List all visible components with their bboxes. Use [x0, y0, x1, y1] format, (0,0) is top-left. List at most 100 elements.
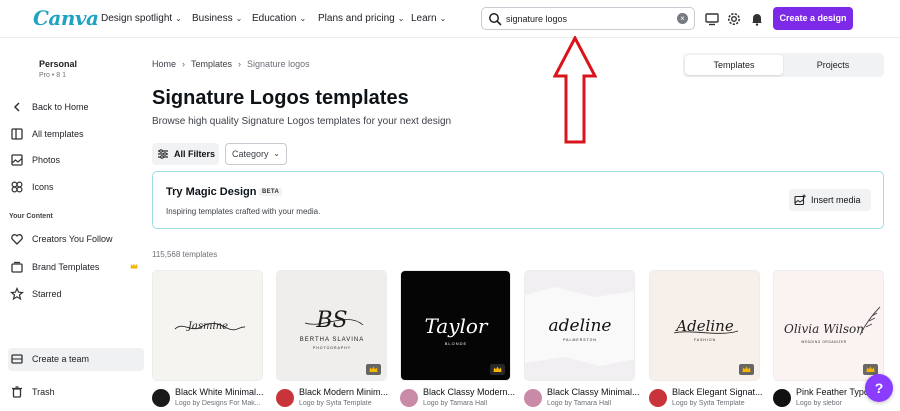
sidebar-item-icons[interactable]: Icons: [8, 176, 144, 198]
svg-text:Taylor: Taylor: [424, 314, 488, 338]
template-card[interactable]: Olivia Wilson WEDDING ORGANIZER: [773, 270, 884, 381]
magic-design-description: Inspiring templates crafted with your me…: [166, 207, 321, 216]
sidebar-item-brand-templates[interactable]: Brand Templates: [8, 256, 144, 278]
tab-templates[interactable]: Templates: [685, 55, 783, 75]
sidebar-item-trash[interactable]: Trash: [8, 381, 144, 403]
template-title[interactable]: Black Classy Modern...: [423, 387, 519, 397]
nav-plans-and-pricing[interactable]: Plans and pricing ⌄: [318, 13, 404, 24]
template-thumbnail: Jasmine: [153, 271, 262, 380]
svg-text:Jasmine: Jasmine: [186, 321, 228, 332]
template-creator[interactable]: Logo by slebor: [796, 400, 868, 407]
nav-design-spotlight[interactable]: Design spotlight ⌄: [101, 13, 182, 24]
top-navigation-bar: Canva Design spotlight ⌄ Business ⌄ Educat…: [0, 0, 900, 38]
breadcrumb: Home › Templates › Signature logos: [152, 59, 310, 69]
svg-text:BS: BS: [315, 308, 347, 333]
all-filters-button[interactable]: All Filters: [152, 143, 219, 165]
search-icon: [489, 13, 502, 26]
svg-text:PHOTOGRAPHY: PHOTOGRAPHY: [313, 346, 351, 350]
settings-gear-icon[interactable]: [726, 11, 742, 27]
chevron-down-icon: ⌄: [439, 14, 447, 23]
clear-search-icon[interactable]: ×: [677, 13, 688, 24]
svg-text:BLONDE: BLONDE: [445, 341, 467, 346]
magic-design-title: Try Magic Design: [166, 186, 257, 198]
svg-text:WEDDING ORGANIZER: WEDDING ORGANIZER: [801, 340, 847, 344]
template-creator[interactable]: Logo by Syifa Template: [299, 400, 395, 407]
photo-icon: [11, 154, 23, 166]
tab-projects[interactable]: Projects: [784, 55, 882, 75]
image-plus-icon: [794, 194, 806, 206]
template-card[interactable]: Jasmine: [152, 270, 263, 381]
filter-sliders-icon: [158, 149, 168, 159]
desktop-app-icon[interactable]: [704, 11, 720, 27]
trash-icon: [12, 386, 22, 398]
your-content-heading: Your Content: [9, 213, 53, 220]
magic-design-banner: Try Magic Design BETA Inspiring template…: [152, 171, 884, 229]
template-title[interactable]: Black White Minimal...: [175, 387, 271, 397]
premium-crown-icon: [366, 364, 381, 375]
back-to-home-link[interactable]: Back to Home: [8, 96, 144, 118]
creator-avatar[interactable]: [276, 389, 294, 407]
breadcrumb-chevron-icon: ›: [238, 59, 242, 69]
sidebar: Personal Pro • 8 1 Back to Home All temp…: [0, 39, 146, 411]
template-title[interactable]: Black Elegant Signat...: [672, 387, 768, 397]
sidebar-item-photos[interactable]: Photos: [8, 149, 144, 171]
chevron-left-icon: [13, 102, 20, 112]
beta-badge: BETA: [259, 188, 283, 196]
page-title: Signature Logos templates: [152, 87, 409, 109]
heart-icon: [11, 234, 23, 245]
search-bar[interactable]: ×: [481, 7, 695, 30]
pro-crown-icon: [130, 263, 138, 269]
template-title[interactable]: Black Classy Minimal...: [547, 387, 643, 397]
creator-avatar[interactable]: [400, 389, 418, 407]
creator-avatar[interactable]: [773, 389, 791, 407]
create-a-team-button[interactable]: Create a team: [8, 348, 144, 371]
chevron-down-icon: ⌄: [299, 14, 307, 23]
account-plan: Pro • 8 1: [39, 72, 66, 79]
breadcrumb-chevron-icon: ›: [182, 59, 186, 69]
chevron-down-icon: ⌄: [175, 14, 182, 23]
nav-business[interactable]: Business ⌄: [192, 13, 242, 24]
premium-crown-icon: [739, 364, 754, 375]
template-creator[interactable]: Logo by Designs For Mak...: [175, 400, 271, 407]
chevron-down-icon: ⌄: [397, 14, 405, 23]
template-card[interactable]: Adeline FASHION: [649, 270, 760, 381]
template-card[interactable]: BS BERTHA SLAVINA PHOTOGRAPHY: [276, 270, 387, 381]
star-icon: [10, 287, 24, 301]
creator-avatar[interactable]: [524, 389, 542, 407]
nav-education[interactable]: Education ⌄: [252, 13, 306, 24]
breadcrumb-templates[interactable]: Templates: [191, 59, 232, 69]
template-creator[interactable]: Logo by Tamara Hall: [547, 400, 643, 407]
sidebar-item-starred[interactable]: Starred: [8, 283, 144, 305]
breadcrumb-home[interactable]: Home: [152, 59, 176, 69]
help-button[interactable]: ?: [865, 374, 893, 402]
template-card[interactable]: adeline PALMERSTON: [524, 270, 635, 381]
red-annotation-arrow: [553, 36, 597, 144]
template-title[interactable]: Pink Feather Typo...: [796, 387, 868, 397]
svg-text:FASHION: FASHION: [694, 338, 716, 342]
creator-avatar[interactable]: [152, 389, 170, 407]
svg-text:BERTHA SLAVINA: BERTHA SLAVINA: [300, 337, 364, 343]
svg-text:PALMERSTON: PALMERSTON: [563, 338, 597, 342]
team-icon: [11, 354, 23, 364]
shapes-icon: [11, 181, 23, 193]
template-title[interactable]: Black Modern Minim...: [299, 387, 395, 397]
account-name[interactable]: Personal: [39, 59, 77, 69]
templates-projects-toggle: Templates Projects: [683, 53, 884, 77]
create-a-design-button[interactable]: Create a design: [773, 7, 853, 30]
premium-crown-icon: [490, 364, 505, 375]
sidebar-item-all-templates[interactable]: All templates: [8, 123, 144, 145]
template-card[interactable]: Taylor BLONDE: [400, 270, 511, 381]
templates-icon: [11, 128, 23, 140]
search-input[interactable]: [506, 11, 666, 26]
notifications-bell-icon[interactable]: [749, 11, 765, 27]
template-creator[interactable]: Logo by Tamara Hall: [423, 400, 519, 407]
template-creator[interactable]: Logo by Syifa Template: [672, 400, 768, 407]
sidebar-item-creators-you-follow[interactable]: Creators You Follow: [8, 228, 144, 250]
category-dropdown[interactable]: Category ⌄: [225, 143, 287, 165]
canva-logo[interactable]: Canva: [33, 6, 99, 30]
insert-media-button[interactable]: Insert media: [789, 189, 871, 211]
template-count: 115,568 templates: [152, 250, 218, 259]
breadcrumb-current: Signature logos: [247, 59, 310, 69]
creator-avatar[interactable]: [649, 389, 667, 407]
nav-learn[interactable]: Learn ⌄: [411, 13, 446, 24]
